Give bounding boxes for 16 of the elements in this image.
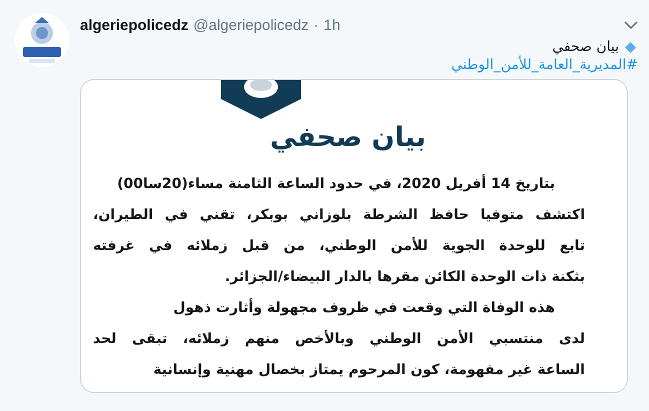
- document-text-line: لدى منتسبي الأمن الوطني وبالأخص منهم زملائه، تبقى لحد: [93, 328, 585, 349]
- tweet-text: بيان صحفي: [552, 39, 619, 55]
- author-handle[interactable]: @algeriepolicedz: [193, 16, 309, 34]
- diamond-icon: [625, 42, 636, 52]
- document-text-line: تابع للوحدة الجوية للأمن الوطني، من قبل زملائه في غرفته: [93, 236, 585, 256]
- document-title: بيان صحفي: [270, 122, 426, 153]
- timestamp[interactable]: 1h: [324, 16, 340, 34]
- hashtag-link[interactable]: #المديرية_العامة_للأمن_الوطني: [451, 57, 638, 73]
- document-text-line: هذه الوفاة التي وقعت في ظروف مجهولة وأثارت ذهول: [172, 297, 555, 318]
- document-text-line: بثكنة ذات الوحدة الكائن مقرها بالدار البيضاء/الجزائر.: [224, 268, 585, 287]
- separator: ·: [314, 16, 319, 34]
- chevron-down-icon[interactable]: [624, 20, 638, 30]
- document-text-line: بتاريخ 14 أفريل 2020، في حدود الساعة الثامنة مساء(20سا00): [116, 173, 555, 194]
- author-name[interactable]: algeriepolicedz: [80, 16, 188, 34]
- document-text-line: اكتشف متوفيا حافظ الشرطة بلوزاني بوبكر، تقني في الطيران،: [93, 206, 585, 225]
- document-text-line: الساعة غير مفهومة، كون المرحوم يمتاز بخصال مهنية وإنسانية: [152, 361, 585, 380]
